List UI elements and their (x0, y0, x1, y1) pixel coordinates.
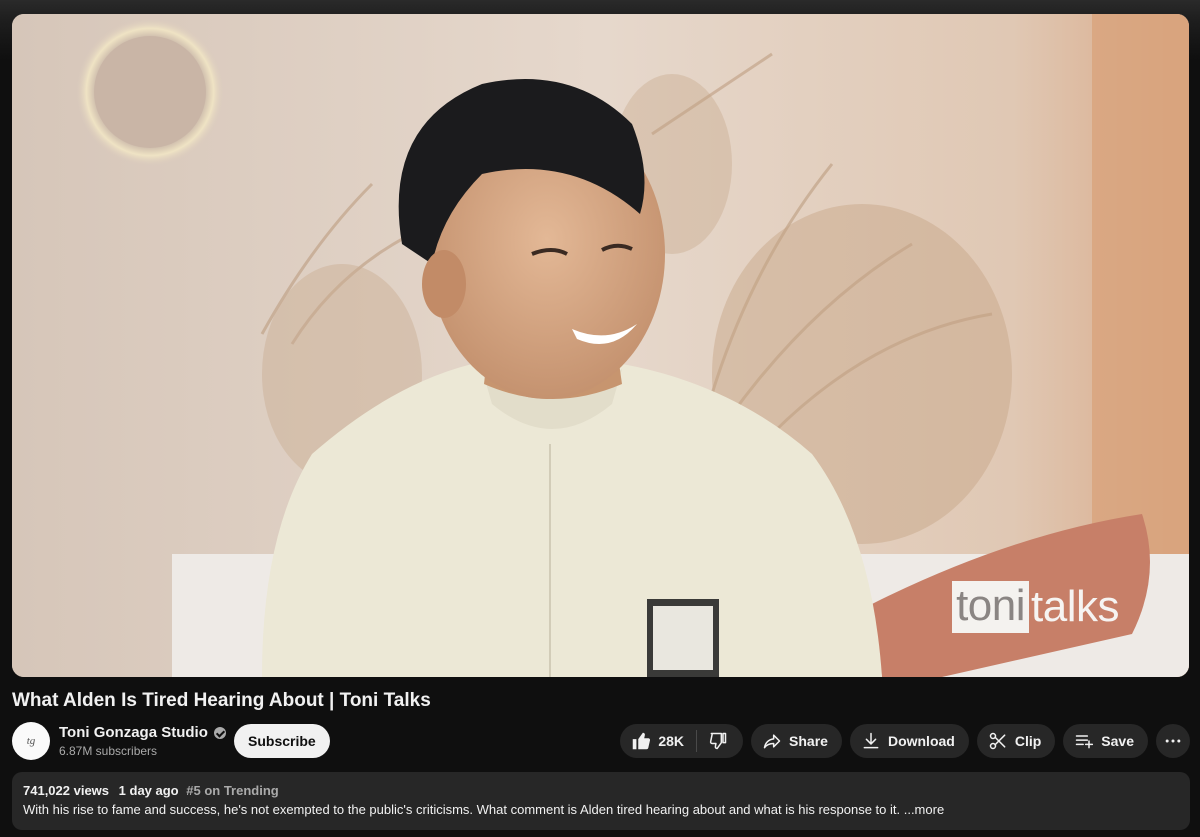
more-actions-button[interactable] (1156, 724, 1190, 758)
upload-date: 1 day ago (118, 783, 179, 798)
video-title: What Alden Is Tired Hearing About | Toni… (12, 690, 431, 711)
download-label: Download (887, 733, 955, 749)
description-box[interactable]: 741,022 views 1 day ago #5 on Trending W… (12, 772, 1190, 830)
verified-icon (213, 726, 226, 739)
channel-avatar[interactable]: tg (12, 722, 50, 760)
trending-tag[interactable]: #5 on Trending (186, 783, 278, 798)
subscriber-count: 6.87M subscribers (59, 744, 158, 758)
action-bar: 28K Share Download Clip Save (620, 724, 1190, 758)
channel-name-container[interactable]: Toni Gonzaga Studio (59, 724, 226, 741)
thumbs-down-icon (707, 730, 729, 752)
save-button[interactable]: Save (1063, 724, 1148, 758)
watermark-part-a: toni (952, 581, 1030, 633)
like-dislike-group: 28K (620, 724, 744, 758)
more-link[interactable]: ...more (900, 802, 944, 817)
clip-label: Clip (1014, 733, 1042, 749)
watermark-part-b: talks (1031, 582, 1119, 631)
channel-row: tg Toni Gonzaga Studio 6.87M subscribers… (12, 722, 1190, 760)
like-count: 28K (658, 733, 685, 749)
scissors-icon (987, 730, 1009, 752)
download-button[interactable]: Download (849, 724, 969, 758)
share-label: Share (789, 733, 828, 749)
tg-logo-icon: tg (26, 735, 36, 747)
description-meta: 741,022 views 1 day ago #5 on Trending (23, 783, 1179, 798)
description-text: With his rise to fame and success, he's … (23, 802, 901, 817)
save-label: Save (1101, 733, 1134, 749)
more-horizontal-icon (1163, 731, 1183, 751)
video-frame (12, 14, 1189, 677)
toni-talks-watermark: toni talks (952, 581, 1119, 633)
clip-button[interactable]: Clip (976, 724, 1056, 758)
description-text-row: With his rise to fame and success, he's … (23, 802, 1179, 817)
subscribe-button[interactable]: Subscribe (234, 724, 330, 758)
download-icon (860, 730, 882, 752)
share-icon (761, 730, 783, 752)
video-player[interactable]: toni talks (12, 14, 1189, 677)
dislike-button[interactable] (697, 724, 743, 758)
thumbs-up-icon (630, 730, 652, 752)
playlist-add-icon (1073, 730, 1095, 752)
share-button[interactable]: Share (751, 724, 842, 758)
view-count: 741,022 views (23, 783, 110, 798)
watch-page: toni talks What Alden Is Tired Hearing Ab… (0, 0, 1200, 837)
like-button[interactable]: 28K (620, 724, 696, 758)
channel-name[interactable]: Toni Gonzaga Studio (59, 724, 208, 741)
